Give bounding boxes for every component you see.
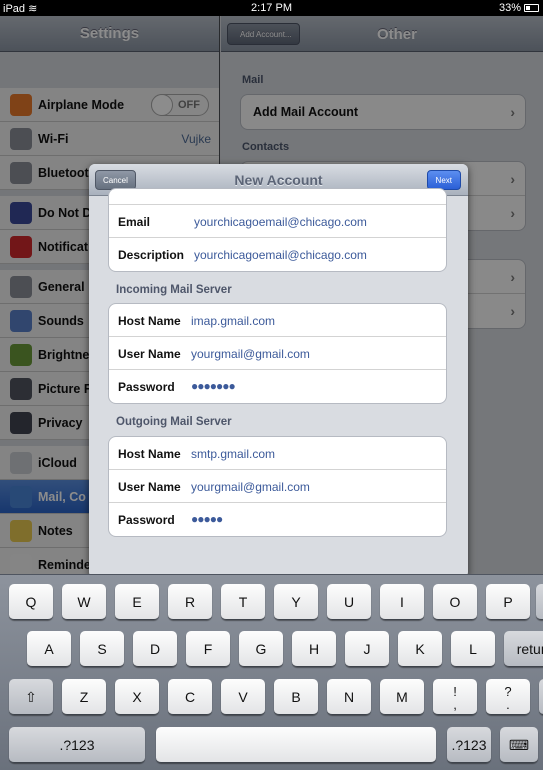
incoming-username-field[interactable]: User Name yourgmail@gmail.com	[109, 337, 446, 370]
outgoing-password-label: Password	[118, 513, 175, 527]
outgoing-server-header: Outgoing Mail Server	[116, 416, 232, 428]
key-f[interactable]: F	[186, 631, 230, 667]
incoming-username-value[interactable]: yourgmail@gmail.com	[191, 347, 310, 361]
outgoing-password-value[interactable]: ●●●●●	[191, 512, 223, 526]
key-p[interactable]: P	[486, 584, 530, 620]
incoming-host-field[interactable]: Host Name imap.gmail.com	[109, 304, 446, 337]
incoming-password-label: Password	[118, 380, 175, 394]
outgoing-host-value[interactable]: smtp.gmail.com	[191, 447, 275, 461]
outgoing-username-value[interactable]: yourgmail@gmail.com	[191, 480, 310, 494]
key-g[interactable]: G	[239, 631, 283, 667]
key-i[interactable]: I	[380, 584, 424, 620]
key-m[interactable]: M	[380, 679, 424, 715]
email-value[interactable]: yourchicagoemail@chicago.com	[194, 215, 367, 229]
key-n[interactable]: N	[327, 679, 371, 715]
question-period-key[interactable]: ?.	[486, 679, 530, 715]
key-v[interactable]: V	[221, 679, 265, 715]
incoming-password-value[interactable]: ●●●●●●●	[191, 379, 236, 393]
outgoing-host-label: Host Name	[118, 447, 181, 461]
key-w[interactable]: W	[62, 584, 106, 620]
status-time: 2:17 PM	[251, 2, 292, 14]
exclamation-comma-key[interactable]: !,	[433, 679, 477, 715]
key-b[interactable]: B	[274, 679, 318, 715]
key-j[interactable]: J	[345, 631, 389, 667]
description-field[interactable]: Description yourchicagoemail@chicago.com	[109, 238, 446, 271]
account-info-group: Email yourchicagoemail@chicago.com Descr…	[108, 188, 447, 272]
battery-icon	[524, 4, 539, 12]
outgoing-username-field[interactable]: User Name yourgmail@gmail.com	[109, 470, 446, 503]
key-c[interactable]: C	[168, 679, 212, 715]
key-o[interactable]: O	[433, 584, 477, 620]
email-label: Email	[118, 215, 151, 229]
key-u[interactable]: U	[327, 584, 371, 620]
email-field[interactable]: Email yourchicagoemail@chicago.com	[109, 205, 446, 238]
ipad-screen: iPad ≋ 2:17 PM 33% Settings Airplane Mod…	[0, 0, 543, 770]
shift-left-key[interactable]: ⇧	[9, 679, 53, 715]
incoming-host-value[interactable]: imap.gmail.com	[191, 314, 275, 328]
status-bar: iPad ≋ 2:17 PM 33%	[0, 0, 543, 16]
hide-keyboard-icon[interactable]: ⌨	[500, 727, 538, 763]
shift-right-key[interactable]: ⇧	[539, 679, 543, 715]
key-l[interactable]: L	[451, 631, 495, 667]
key-q[interactable]: Q	[9, 584, 53, 620]
incoming-username-label: User Name	[118, 347, 181, 361]
key-d[interactable]: D	[133, 631, 177, 667]
key-r[interactable]: R	[168, 584, 212, 620]
incoming-server-header: Incoming Mail Server	[116, 284, 232, 296]
numbers-left-key[interactable]: .?123	[9, 727, 145, 763]
secondary-char: .	[506, 697, 510, 713]
next-button[interactable]: Next	[426, 170, 461, 190]
secondary-char: ,	[453, 697, 457, 713]
outgoing-username-label: User Name	[118, 480, 181, 494]
key-x[interactable]: X	[115, 679, 159, 715]
dual-char-label: ?.	[504, 685, 511, 711]
key-h[interactable]: H	[292, 631, 336, 667]
numbers-right-key[interactable]: .?123	[447, 727, 491, 763]
key-a[interactable]: A	[27, 631, 71, 667]
description-label: Description	[118, 248, 185, 262]
space-bar[interactable]	[156, 727, 436, 763]
key-k[interactable]: K	[398, 631, 442, 667]
key-t[interactable]: T	[221, 584, 265, 620]
description-value[interactable]: yourchicagoemail@chicago.com	[194, 248, 367, 262]
outgoing-server-group: Host Name smtp.gmail.com User Name yourg…	[108, 436, 447, 537]
outgoing-password-field[interactable]: Password ●●●●●	[109, 503, 446, 536]
key-y[interactable]: Y	[274, 584, 318, 620]
key-s[interactable]: S	[80, 631, 124, 667]
scrolled-row	[109, 189, 446, 205]
incoming-host-label: Host Name	[118, 314, 181, 328]
incoming-password-field[interactable]: Password ●●●●●●●	[109, 370, 446, 403]
key-z[interactable]: Z	[62, 679, 106, 715]
key-e[interactable]: E	[115, 584, 159, 620]
outgoing-host-field[interactable]: Host Name smtp.gmail.com	[109, 437, 446, 470]
on-screen-keyboard: QWERTYUIOP⌫ASDFGHJKLreturn⇧ZXCVBNM!,?.⇧.…	[0, 574, 543, 770]
backspace-key[interactable]: ⌫	[536, 584, 543, 620]
incoming-server-group: Host Name imap.gmail.com User Name yourg…	[108, 303, 447, 404]
battery-percent: 33%	[498, 2, 521, 14]
new-account-dialog: Cancel New Account Next Email yourchicag…	[89, 164, 468, 578]
dialog-title: New Account	[234, 172, 323, 188]
dual-char-label: !,	[453, 685, 457, 711]
return-key[interactable]: return	[504, 631, 543, 667]
